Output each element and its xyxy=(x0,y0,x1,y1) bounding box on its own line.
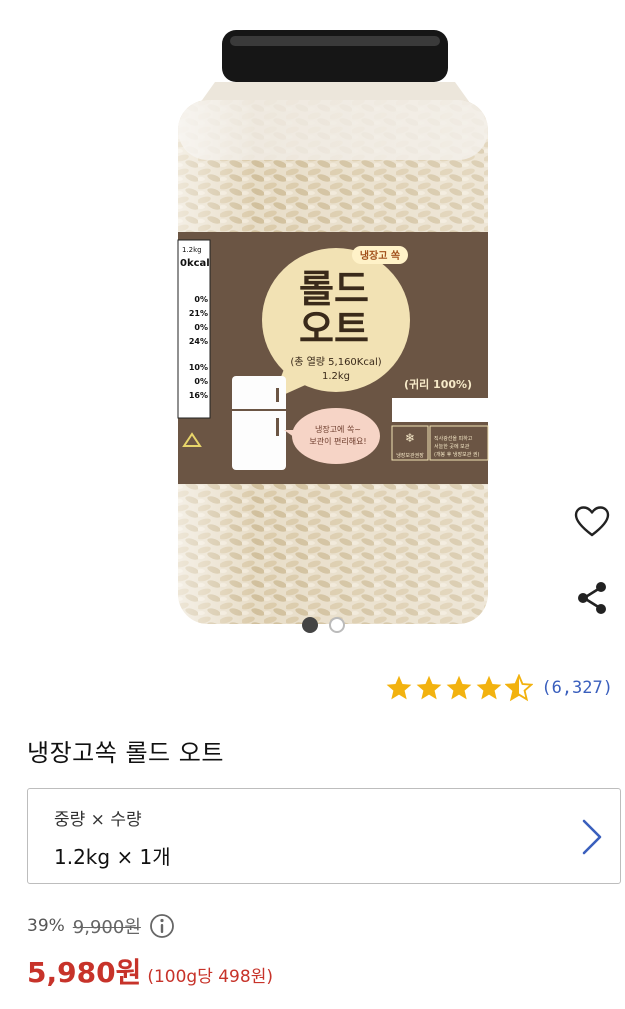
chevron-right-icon xyxy=(582,819,602,855)
calorie-line: (총 열량 5,160Kcal) xyxy=(290,356,381,368)
product-image-carousel[interactable]: 1.2kg 0kcal 0% 21% 0% 24% 10% 0% 16% 냉장고… xyxy=(0,0,625,640)
svg-text:16%: 16% xyxy=(189,391,208,400)
star-full-icon xyxy=(446,675,472,700)
product-photo: 1.2kg 0kcal 0% 21% 0% 24% 10% 0% 16% 냉장고… xyxy=(177,30,489,624)
badge-text: 냉장고 쏙 xyxy=(360,249,400,262)
favorite-button[interactable] xyxy=(570,500,614,544)
svg-text:0%: 0% xyxy=(194,295,208,304)
svg-text:냉장고에 쏙~: 냉장고에 쏙~ xyxy=(315,424,361,434)
svg-text:(개봉 후 냉장보관 권): (개봉 후 냉장보관 권) xyxy=(434,451,480,458)
unit-price: (100g당 498원) xyxy=(147,967,273,987)
svg-text:24%: 24% xyxy=(189,337,208,346)
info-icon[interactable] xyxy=(149,913,175,939)
star-full-icon xyxy=(476,675,502,700)
price-original-row: 39% 9,900원 xyxy=(27,913,175,939)
rating-summary[interactable]: (6,327) xyxy=(385,674,613,702)
sale-price: 5,980원 xyxy=(27,956,142,989)
nutrition-weight: 1.2kg xyxy=(182,246,202,254)
discount-rate: 39% xyxy=(27,916,65,936)
ingredient-line: (귀리 100%) xyxy=(404,377,472,391)
svg-text:10%: 10% xyxy=(189,363,208,372)
star-full-icon xyxy=(416,675,442,700)
review-count[interactable]: (6,327) xyxy=(541,678,613,698)
original-price: 9,900원 xyxy=(72,917,141,938)
weight-line: 1.2kg xyxy=(322,371,350,382)
option-label: 중량 × 수량 xyxy=(54,810,142,830)
share-button[interactable] xyxy=(570,576,614,620)
option-value: 1.2kg × 1개 xyxy=(54,845,171,869)
star-full-icon xyxy=(386,675,412,700)
svg-text:보관이 편리해요!: 보관이 편리해요! xyxy=(309,436,366,446)
svg-text:0%: 0% xyxy=(194,323,208,332)
svg-text:서늘한 곳에 보관: 서늘한 곳에 보관 xyxy=(434,443,470,450)
carousel-dot-1[interactable] xyxy=(302,617,318,633)
product-title: 냉장고쏙 롤드 오트 xyxy=(27,739,224,767)
carousel-dot-2[interactable] xyxy=(329,617,345,633)
price-sale-row: 5,980원 (100g당 498원) xyxy=(27,951,273,991)
star-half-icon xyxy=(505,674,534,702)
svg-text:냉장보관권장: 냉장보관권장 xyxy=(396,452,424,459)
nutrition-kcal: 0kcal xyxy=(180,258,210,269)
heart-outline-icon xyxy=(574,506,610,537)
brand-line-1: 롤드 xyxy=(299,267,369,311)
share-icon xyxy=(578,582,606,614)
svg-text:❄: ❄ xyxy=(405,431,415,445)
option-selector[interactable]: 중량 × 수량 1.2kg × 1개 xyxy=(27,788,621,884)
svg-text:0%: 0% xyxy=(194,377,208,386)
brand-line-2: 오트 xyxy=(299,307,369,351)
svg-text:직사광선을 피하고: 직사광선을 피하고 xyxy=(434,435,473,442)
svg-text:21%: 21% xyxy=(189,309,208,318)
